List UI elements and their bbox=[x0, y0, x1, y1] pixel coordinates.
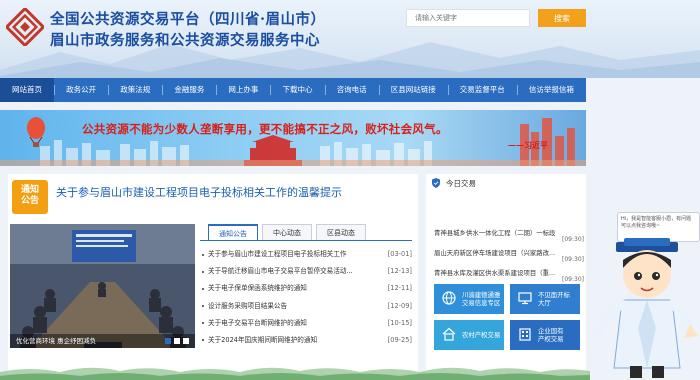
notice-headline-link[interactable]: 关于参与眉山市建设工程项目电子投标相关工作的温馨提示 bbox=[56, 184, 342, 200]
news-item[interactable]: 关于电子交易平台断网维护的通知 [10-15] bbox=[200, 315, 412, 332]
news-item-date: [12-11] bbox=[387, 284, 412, 293]
news-item-title: 关于2024年国庆期间断网维护的通知 bbox=[208, 335, 318, 344]
trade-item-time: [09:30] bbox=[562, 236, 584, 243]
nav-item-online-services[interactable]: 网上办事 bbox=[216, 78, 270, 102]
nav-item-gov-affairs[interactable]: 政务公开 bbox=[54, 78, 108, 102]
news-item-title: 关于参与眉山市建设工程项目电子投标相关工作 bbox=[208, 250, 347, 258]
meeting-photo bbox=[10, 224, 195, 348]
news-item-title: 关于电子保单保函系统维护的通知 bbox=[208, 284, 307, 293]
trade-item[interactable]: 青神县城乡供水一体化工程（二期）一标段 [09:30] bbox=[434, 226, 584, 246]
site-logo-icon bbox=[6, 8, 44, 46]
assistant-mascot-icon[interactable] bbox=[594, 238, 700, 380]
nav-item-supervision[interactable]: 交易监督平台 bbox=[447, 78, 517, 102]
today-trade-title: 今日交易 bbox=[446, 179, 476, 188]
house-icon bbox=[442, 327, 456, 341]
notice-badge: 通知 公告 bbox=[12, 180, 48, 214]
news-item-date: [10-15] bbox=[387, 318, 412, 327]
trade-item[interactable]: 眉山天府新区停车场建设项目（兴家路改... [09:30] bbox=[434, 246, 584, 266]
search-input[interactable] bbox=[406, 9, 530, 27]
trade-item[interactable]: 青神县水库及灌区供水渠系建设项目（重... [09:30] bbox=[434, 266, 584, 286]
trade-item-time: [09:30] bbox=[562, 276, 584, 283]
trade-item-title: 青神县城乡供水一体化工程（二期）一标段 bbox=[434, 229, 556, 237]
carousel-dots bbox=[165, 338, 189, 344]
tile-label-line2: 交易信息专区 bbox=[462, 299, 501, 307]
news-item[interactable]: 关于参与眉山市建设工程项目电子投标相关工作 [03-01] bbox=[200, 246, 412, 263]
notice-panel: 通知 公告 关于参与眉山市建设工程项目电子投标相关工作的温馨提示 优化营商环境 … bbox=[8, 174, 418, 374]
news-tabs: 通知公告 中心动态 区县动态 bbox=[200, 224, 412, 241]
building-icon bbox=[519, 328, 531, 341]
notice-badge-line2: 公告 bbox=[20, 196, 39, 206]
news-item[interactable]: 关于导航迁移眉山市电子交易平台暂停交易活动... [12-13] bbox=[200, 263, 412, 280]
city-skyline-graphic bbox=[0, 117, 586, 166]
notice-badge-line1: 通知 bbox=[20, 185, 39, 195]
trade-item-title: 眉山天府新区停车场建设项目（兴家路改... bbox=[434, 249, 556, 257]
footer-greenery bbox=[0, 367, 590, 380]
banner-slogan: 公共资源不能为少数人垄断享用，更不能搞不正之风，败坏社会风气。 bbox=[82, 122, 448, 136]
today-trade-list: 青神县城乡供水一体化工程（二期）一标段 [09:30] 眉山天府新区停车场建设项… bbox=[434, 226, 584, 286]
news-item[interactable]: 设计服务采购项目结果公告 [12-09] bbox=[200, 298, 412, 315]
news-item[interactable]: 关于电子保单保函系统维护的通知 [12-11] bbox=[200, 280, 412, 297]
tile-label-line1: 农村产权交易 bbox=[462, 331, 501, 339]
tile-remote-bid-hall[interactable]: 不见面开标 大厅 bbox=[510, 284, 580, 314]
tile-state-owned-property[interactable]: 企业国有 产权交易 bbox=[510, 320, 580, 350]
carousel-dot[interactable] bbox=[174, 338, 180, 344]
news-list: 关于参与眉山市建设工程项目电子投标相关工作 [03-01] 关于导航迁移眉山市电… bbox=[200, 246, 412, 349]
tile-rural-property[interactable]: 农村产权交易 bbox=[434, 320, 504, 350]
news-item-title: 关于导航迁移眉山市电子交易平台暂停交易活动... bbox=[208, 267, 353, 276]
carousel-dot[interactable] bbox=[183, 338, 189, 344]
news-item-date: [09-25] bbox=[387, 335, 412, 344]
news-item-title: 关于电子交易平台断网维护的通知 bbox=[208, 318, 307, 327]
nav-item-downloads[interactable]: 下载中心 bbox=[270, 78, 324, 102]
tile-label-line2: 大厅 bbox=[538, 299, 551, 307]
news-photo-carousel[interactable]: 优化营商环境 惠企纾困减负 bbox=[10, 224, 195, 348]
nav-item-regulations[interactable]: 政策法规 bbox=[108, 78, 162, 102]
site-title-line2: 眉山市政务服务和公共资源交易服务中心 bbox=[50, 32, 320, 49]
news-item-date: [12-09] bbox=[387, 301, 412, 310]
nav-item-hotline[interactable]: 咨询电话 bbox=[324, 78, 379, 102]
tab-center-news[interactable]: 中心动态 bbox=[262, 224, 312, 240]
shield-icon bbox=[432, 178, 440, 188]
tab-county-news[interactable]: 区县动态 bbox=[316, 224, 366, 240]
search-button[interactable]: 搜索 bbox=[538, 9, 586, 27]
tile-label-line1: 企业国有 bbox=[538, 327, 564, 335]
slogan-banner: 公共资源不能为少数人垄断享用，更不能搞不正之风，败坏社会风气。 ——习近平 bbox=[0, 110, 586, 166]
news-item-title: 设计服务采购项目结果公告 bbox=[208, 301, 288, 310]
carousel-dot[interactable] bbox=[165, 338, 171, 344]
tile-label-line1: 不见面开标 bbox=[538, 291, 570, 299]
nav-item-complaints[interactable]: 信访举报信箱 bbox=[516, 78, 586, 102]
nav-item-home[interactable]: 网站首页 bbox=[0, 78, 55, 102]
main-nav: 网站首页 政务公开 政策法规 金融服务 网上办事 下载中心 咨询电话 区县网站链… bbox=[0, 78, 586, 102]
globe-icon bbox=[442, 291, 456, 305]
tab-notices[interactable]: 通知公告 bbox=[208, 224, 258, 240]
news-item-date: [12-13] bbox=[387, 267, 412, 276]
news-item-date: [03-01] bbox=[387, 250, 412, 258]
news-item[interactable]: 关于2024年国庆期间断网维护的通知 [09-25] bbox=[200, 332, 412, 349]
trade-item-time: [09:30] bbox=[562, 256, 584, 263]
trade-item-title: 青神县水库及灌区供水渠系建设项目（重... bbox=[434, 269, 556, 277]
site-header: 全国公共资源交易平台（四川省·眉山市） 眉山市政务服务和公共资源交易服务中心 搜… bbox=[0, 0, 700, 78]
nav-item-county-links[interactable]: 区县网站链接 bbox=[378, 78, 448, 102]
service-tiles: 川渝建德通雅 交易信息专区 不见面开标 大厅 农村产权交易 企业国有 产权交易 bbox=[434, 284, 580, 350]
tile-label-line2: 产权交易 bbox=[538, 335, 564, 343]
banner-slogan-author: ——习近平 bbox=[508, 140, 548, 150]
site-title-line1: 全国公共资源交易平台（四川省·眉山市） bbox=[50, 11, 326, 28]
nav-item-finance[interactable]: 金融服务 bbox=[162, 78, 216, 102]
tile-chuanyu-trade[interactable]: 川渝建德通雅 交易信息专区 bbox=[434, 284, 504, 314]
tile-label-line1: 川渝建德通雅 bbox=[462, 291, 501, 299]
today-trade-panel: 今日交易 青神县城乡供水一体化工程（二期）一标段 [09:30] 眉山天府新区停… bbox=[426, 174, 586, 374]
monitor-icon bbox=[518, 292, 532, 305]
